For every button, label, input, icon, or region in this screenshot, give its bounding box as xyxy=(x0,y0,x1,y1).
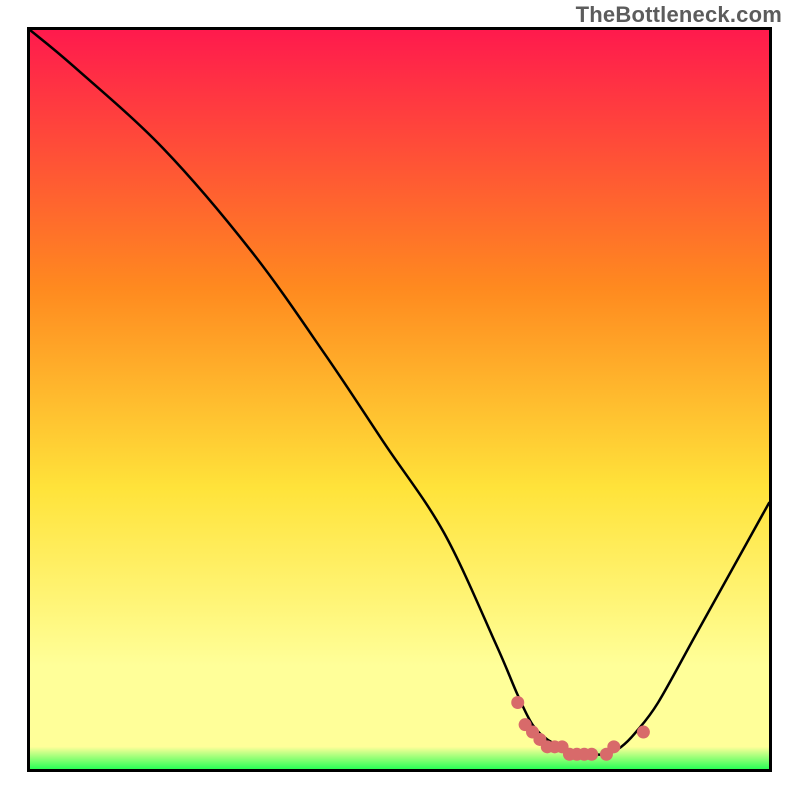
plot-border xyxy=(27,27,772,772)
watermark-text: TheBottleneck.com xyxy=(576,2,782,28)
